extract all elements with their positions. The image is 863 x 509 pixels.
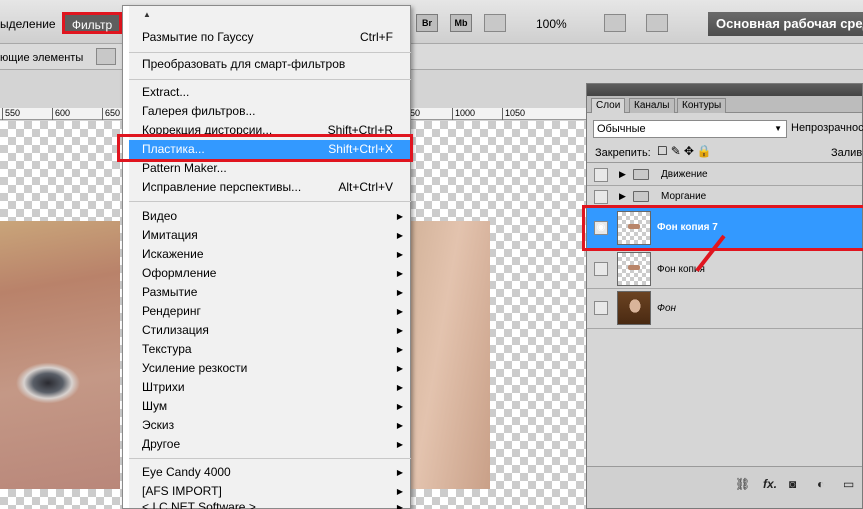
menu-item-brush-strokes[interactable]: Штрихи ▶ <box>129 378 411 397</box>
zoom-level[interactable]: 100% <box>536 17 567 31</box>
layer-row-group[interactable]: ▶ Движение <box>587 163 862 186</box>
photo-cheek-region <box>410 221 490 489</box>
view-extras-icon[interactable] <box>484 14 506 32</box>
menu-item-texture[interactable]: Текстура ▶ <box>129 340 411 359</box>
submenu-arrow-icon: ▶ <box>396 468 403 477</box>
menu-item-stylize[interactable]: Стилизация ▶ <box>129 321 411 340</box>
fill-label: Залив <box>831 147 863 159</box>
filter-menu: ▲ Размытие по Гауссу Ctrl+F Преобразовать… <box>122 5 411 509</box>
screen-mode-icon[interactable] <box>646 14 668 32</box>
submenu-arrow-icon: ▶ <box>396 231 403 240</box>
menu-item-video[interactable]: Видео ▶ <box>129 207 411 226</box>
menu-item-noise[interactable]: Шум ▶ <box>129 397 411 416</box>
submenu-arrow-icon: ▶ <box>396 440 403 449</box>
menu-item-vanishing-point[interactable]: Исправление перспективы... Alt+Ctrl+V <box>129 178 411 197</box>
menu-item-blur[interactable]: Размытие ▶ <box>129 283 411 302</box>
menu-filter[interactable]: Фильтр <box>62 12 122 34</box>
ruler-tick: 1000 <box>452 108 475 120</box>
menu-item-sharpen[interactable]: Усиление резкости ▶ <box>129 359 411 378</box>
opacity-label: Непрозрачность <box>791 122 863 134</box>
menu-item-filter-gallery[interactable]: Галерея фильтров... <box>129 102 411 121</box>
tab-layers[interactable]: Слои <box>591 98 626 113</box>
liquify-highlight-box <box>117 134 413 162</box>
chevron-down-icon: ▼ <box>774 124 782 133</box>
menu-item-artistic[interactable]: Имитация ▶ <box>129 226 411 245</box>
layer-thumbnail <box>617 291 651 325</box>
visibility-toggle[interactable] <box>594 190 608 204</box>
menu-item-sketch[interactable]: Эскиз ▶ <box>129 416 411 435</box>
lock-move-icon[interactable]: ✥ <box>684 144 697 158</box>
lock-icons[interactable]: ☐✎✥🔒 <box>657 144 715 158</box>
expand-triangle-icon[interactable]: ▶ <box>619 169 626 180</box>
mb-button[interactable]: Mb <box>450 14 472 32</box>
ruler-tick: 650 <box>102 108 120 120</box>
tab-channels[interactable]: Каналы <box>629 98 675 113</box>
folder-icon <box>633 191 649 202</box>
layer-name: Моргание <box>661 191 707 202</box>
scroll-up-icon[interactable]: ▲ <box>143 10 151 19</box>
menu-item-eye-candy[interactable]: Eye Candy 4000 ▶ <box>129 463 411 482</box>
layer-row[interactable]: Фон <box>587 289 862 329</box>
visibility-toggle[interactable] <box>594 262 608 276</box>
menu-item-smart-filters[interactable]: Преобразовать для смарт-фильтров <box>129 55 411 74</box>
blend-mode-select[interactable]: Обычные ▼ <box>593 120 787 138</box>
layers-panel: Слои Каналы Контуры Обычные ▼ Непрозрачн… <box>586 83 863 509</box>
submenu-arrow-icon: ▶ <box>396 487 403 496</box>
layer-name: Фон <box>657 303 677 314</box>
menu-item-other[interactable]: Другое ▶ <box>129 435 411 454</box>
menu-item-render[interactable]: Рендеринг ▶ <box>129 302 411 321</box>
br-button[interactable]: Br <box>416 14 438 32</box>
lock-brush-icon[interactable]: ✎ <box>671 144 684 158</box>
align-icon[interactable] <box>96 48 116 65</box>
submenu-arrow-icon: ▶ <box>396 345 403 354</box>
submenu-arrow-icon: ▶ <box>396 307 403 316</box>
layer-highlight-box <box>582 205 863 251</box>
panel-bottom-bar: ⛓ fx. ◙ ◐ ▭ <box>587 466 862 508</box>
menu-item-pixelate[interactable]: Оформление ▶ <box>129 264 411 283</box>
link-icon[interactable]: ⛓ <box>735 477 750 491</box>
layer-thumbnail <box>617 252 651 286</box>
menu-item-icnet[interactable]: < I.C.NET Software > ▶ <box>129 501 411 509</box>
adjustment-icon[interactable]: ◐ <box>817 477 824 491</box>
lock-all-icon[interactable]: 🔒 <box>697 144 715 158</box>
lock-transparency-icon[interactable]: ☐ <box>657 144 671 158</box>
ruler-tick: 600 <box>52 108 70 120</box>
submenu-arrow-icon: ▶ <box>396 402 403 411</box>
submenu-arrow-icon: ▶ <box>396 383 403 392</box>
menu-select[interactable]: ыделение <box>0 17 56 31</box>
ruler-tick: 1050 <box>502 108 525 120</box>
menu-item-afs-import[interactable]: [AFS IMPORT] ▶ <box>129 482 411 501</box>
tab-paths[interactable]: Контуры <box>677 98 727 113</box>
submenu-arrow-icon: ▶ <box>396 326 403 335</box>
options-label: ющие элементы <box>0 52 84 64</box>
panel-tabs: Слои Каналы Контуры <box>587 96 862 113</box>
submenu-arrow-icon: ▶ <box>396 250 403 259</box>
workspace-button[interactable]: Основная рабочая среда <box>708 12 863 36</box>
submenu-arrow-icon: ▶ <box>396 212 403 221</box>
submenu-arrow-icon: ▶ <box>396 421 403 430</box>
submenu-arrow-icon: ▶ <box>396 269 403 278</box>
visibility-toggle[interactable] <box>594 301 608 315</box>
ruler-tick: 550 <box>2 108 20 120</box>
submenu-arrow-icon: ▶ <box>396 288 403 297</box>
menu-item-extract[interactable]: Extract... <box>129 83 411 102</box>
arrange-icon[interactable] <box>604 14 626 32</box>
fx-icon[interactable]: fx. <box>763 477 777 491</box>
blend-mode-value: Обычные <box>597 123 646 135</box>
menu-item-gaussian-blur[interactable]: Размытие по Гауссу Ctrl+F <box>129 28 411 47</box>
panel-titlebar[interactable] <box>587 84 862 96</box>
layer-row[interactable]: Фон копия <box>587 250 862 289</box>
menu-item-distort[interactable]: Искажение ▶ <box>129 245 411 264</box>
visibility-toggle[interactable] <box>594 168 608 182</box>
layer-name: Движение <box>661 169 708 180</box>
expand-triangle-icon[interactable]: ▶ <box>619 191 626 202</box>
folder-icon <box>633 169 649 180</box>
lock-label: Закрепить: <box>595 147 651 159</box>
submenu-arrow-icon: ▶ <box>396 364 403 373</box>
submenu-arrow-icon: ▶ <box>396 503 403 509</box>
photo-eye-region <box>0 221 120 489</box>
mask-icon[interactable]: ◙ <box>789 477 796 491</box>
new-layer-icon[interactable]: ▭ <box>843 477 854 491</box>
